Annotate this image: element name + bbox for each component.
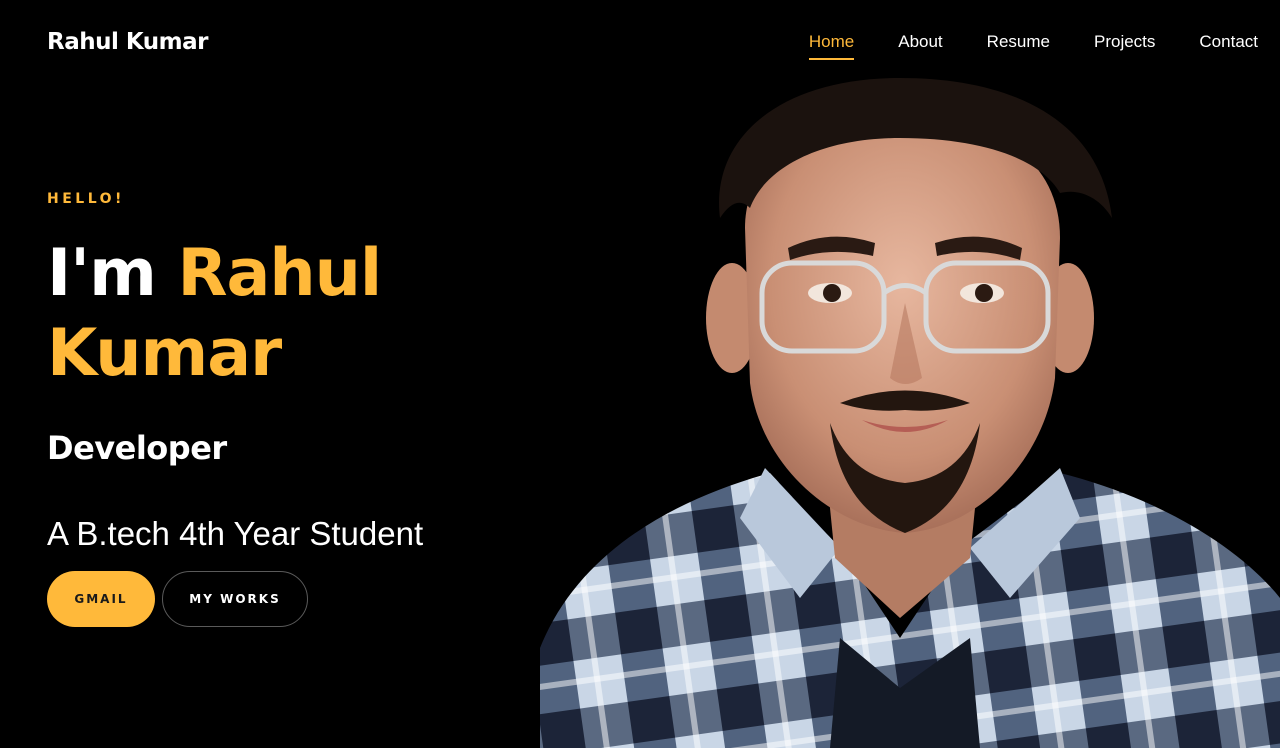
person-portrait-icon bbox=[540, 78, 1280, 748]
hero-title: I'm Rahul Kumar bbox=[47, 234, 567, 394]
hero-tagline: A B.tech 4th Year Student bbox=[47, 515, 424, 552]
brand-logo[interactable]: Rahul Kumar bbox=[47, 28, 209, 56]
hero-greeting: HELLO! bbox=[47, 191, 125, 207]
main-nav: Home About Resume Projects Contact bbox=[765, 31, 1258, 60]
my-works-button[interactable]: MY WORKS bbox=[162, 571, 308, 627]
nav-resume[interactable]: Resume bbox=[987, 31, 1050, 53]
nav-contact[interactable]: Contact bbox=[1199, 31, 1258, 53]
nav-home[interactable]: Home bbox=[808, 31, 855, 60]
portfolio-page: Rahul Kumar Home About Resume Projects C… bbox=[0, 0, 1280, 748]
hero-title-first-name: Rahul bbox=[177, 236, 382, 311]
hero-role: Developer bbox=[47, 429, 227, 467]
nav-projects[interactable]: Projects bbox=[1094, 31, 1155, 53]
hero-title-prefix: I'm bbox=[47, 236, 178, 311]
gmail-button[interactable]: GMAIL bbox=[47, 571, 155, 627]
nav-about[interactable]: About bbox=[898, 31, 942, 53]
hero-title-last-name: Kumar bbox=[47, 316, 282, 391]
